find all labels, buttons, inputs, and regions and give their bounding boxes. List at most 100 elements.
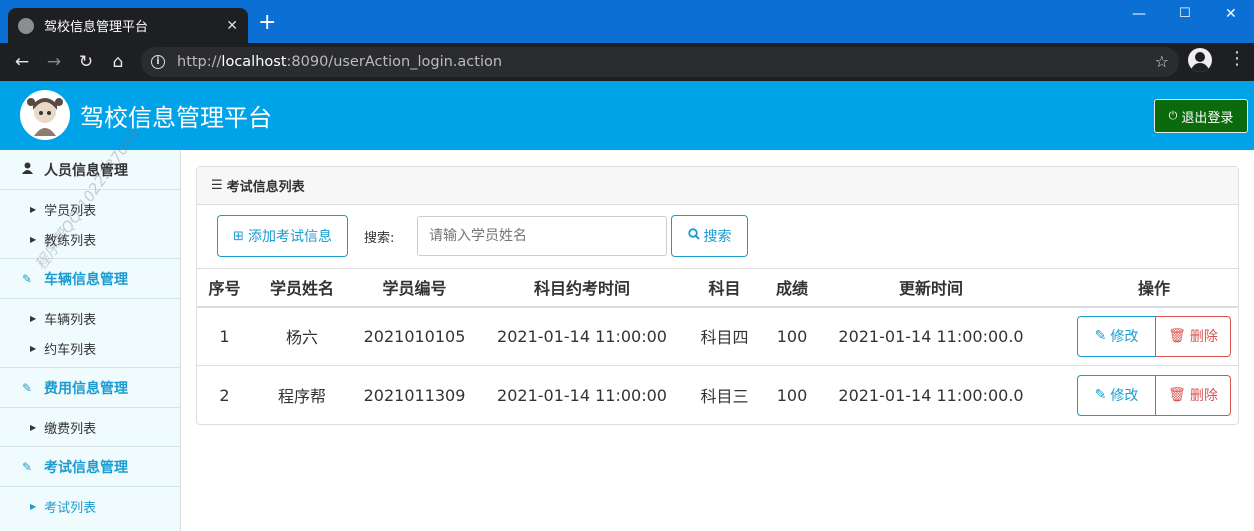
minimize-icon[interactable]: — [1132,6,1146,22]
panel-heading: ☰ 考试信息列表 [197,167,1238,205]
profile-icon[interactable] [1188,48,1212,72]
edit-icon: ✎ [22,271,33,286]
sidebar-group-label: 考试信息管理 [44,459,128,476]
power-icon: ⏻ [1168,109,1178,122]
caret-right-icon: ▶ [30,204,37,214]
cell-actions: ✎ 修改 🗑 删除 [1040,306,1238,366]
table-row: 1 杨六 2021010105 2021-01-14 11:00:00 科目四 … [197,306,1238,366]
caret-right-icon: ▶ [30,313,37,323]
cell: 2021-01-14 11:00:00.0 [822,306,1040,366]
cell: 1 [197,306,252,366]
table-row: 2 程序帮 2021011309 2021-01-14 11:00:00 科目三… [197,366,1238,425]
close-window-icon[interactable]: ✕ [1225,6,1237,22]
search-button[interactable]: 搜索 [671,215,748,257]
url-text: http://localhost:8090/userAction_login.a… [177,54,503,70]
caret-right-icon: ▶ [30,234,37,244]
cell: 杨六 [252,306,352,366]
delete-button[interactable]: 🗑 删除 [1156,315,1231,357]
exam-list-panel: ☰ 考试信息列表 ⊞ 添加考试信息 搜索: 搜索 序号 学员姓名 学员编号 科目… [196,166,1239,425]
sidebar-item-coaches[interactable]: ▶ 教练列表 [0,224,180,254]
info-icon[interactable]: i [151,55,165,69]
cell: 2 [219,385,230,405]
user-icon [22,162,36,177]
sidebar-item-vehicles[interactable]: ▶ 车辆列表 [0,303,180,333]
menu-icon[interactable]: ⋮ [1228,50,1246,68]
cell: 2021-01-14 11:00:00.0 [838,385,1024,405]
browser-tab[interactable]: 驾校信息管理平台 ✕ [8,8,248,43]
back-icon[interactable]: ← [6,52,38,72]
edit-icon: ✎ [1094,387,1107,404]
sidebar-item-payments[interactable]: ▶ 缴费列表 [0,412,180,442]
sidebar-item-label: 车辆列表 [44,312,97,328]
search-input[interactable] [417,216,667,256]
sidebar-item-label: 约车列表 [44,342,97,358]
cell: 程序帮 [277,387,326,407]
col-header: 科目 [687,268,762,308]
cell: 100 [776,385,808,405]
edit-button[interactable]: ✎ 修改 [1077,374,1156,416]
sidebar-item-label: 缴费列表 [44,421,97,437]
col-header: 成绩 [762,268,822,308]
sidebar-submenu: ▶ 车辆列表 ▶ 约车列表 [0,299,180,368]
sidebar-group-vehicles[interactable]: ✎ 车辆信息管理 [0,259,180,299]
edit-button[interactable]: ✎ 修改 [1077,315,1156,357]
cell-actions: ✎ 修改 🗑 删除 [1040,366,1238,425]
exam-table: 序号 学员姓名 学员编号 科目约考时间 科目 成绩 更新时间 操作 1 杨六 2… [197,268,1238,425]
cell: 2021010105 [352,306,477,366]
caret-right-icon: ▶ [30,501,37,511]
delete-label: 删除 [1189,329,1218,346]
plus-square-icon: ⊞ [233,228,244,244]
cell: 2021-01-14 11:00:00 [497,385,667,405]
col-header: 学员编号 [352,268,477,308]
forward-icon[interactable]: → [38,52,70,72]
url-field[interactable]: i http://localhost:8090/userAction_login… [141,47,1179,77]
browser-chrome: 驾校信息管理平台 ✕ + — ☐ ✕ ← → ↻ ⌂ i http://loca… [0,0,1254,81]
logout-label: 退出登录 [1181,110,1234,126]
col-header: 操作 [1040,268,1238,308]
caret-right-icon: ▶ [30,422,37,432]
add-exam-label: 添加考试信息 [247,229,332,245]
list-icon: ☰ [211,178,223,193]
trash-icon: 🗑 [1168,387,1186,404]
edit-icon: ✎ [22,380,33,395]
sidebar-submenu: ▶ 缴费列表 [0,408,180,447]
col-header: 更新时间 [822,268,1040,308]
reload-icon[interactable]: ↻ [70,52,102,72]
sidebar-item-label: 考试列表 [44,500,97,516]
app-title: 驾校信息管理平台 [80,104,272,132]
sidebar-group-fees[interactable]: ✎ 费用信息管理 [0,368,180,408]
star-icon[interactable]: ☆ [1155,52,1169,71]
panel-title: 考试信息列表 [226,180,305,195]
close-tab-icon[interactable]: ✕ [226,18,238,34]
cell: 科目四 [687,306,762,366]
logo [20,90,70,140]
sidebar-group-label: 费用信息管理 [44,380,128,397]
logout-button[interactable]: ⏻ 退出登录 [1154,99,1248,133]
tab-title: 驾校信息管理平台 [44,20,149,35]
cell: 科目三 [700,387,749,407]
delete-button[interactable]: 🗑 删除 [1156,374,1231,416]
edit-icon: ✎ [22,459,33,474]
home-icon[interactable]: ⌂ [102,52,134,72]
col-header: 科目约考时间 [477,268,687,308]
sidebar-item-exams[interactable]: ▶ 考试列表 [0,491,180,521]
search-button-label: 搜索 [703,229,732,245]
address-bar-row: ← → ↻ ⌂ i http://localhost:8090/userActi… [0,43,1254,81]
new-tab-button[interactable]: + [258,12,276,34]
sidebar-item-bookings[interactable]: ▶ 约车列表 [0,333,180,363]
delete-label: 删除 [1189,388,1218,405]
sidebar-group-exams[interactable]: ✎ 考试信息管理 [0,447,180,487]
search-label: 搜索: [364,231,395,246]
tab-strip: 驾校信息管理平台 ✕ + — ☐ ✕ [0,0,1254,43]
sidebar-submenu: ▶ 考试列表 [0,487,180,525]
cell: 2021011309 [363,385,466,405]
edit-label: 修改 [1110,329,1139,346]
maximize-icon[interactable]: ☐ [1179,6,1191,21]
col-header: 学员姓名 [252,268,352,308]
table-header-row: 序号 学员姓名 学员编号 科目约考时间 科目 成绩 更新时间 操作 [197,268,1238,308]
add-exam-button[interactable]: ⊞ 添加考试信息 [217,215,348,257]
cell: 100 [762,306,822,366]
trash-icon: 🗑 [1168,328,1186,345]
search-icon [687,228,700,244]
caret-right-icon: ▶ [30,343,37,353]
